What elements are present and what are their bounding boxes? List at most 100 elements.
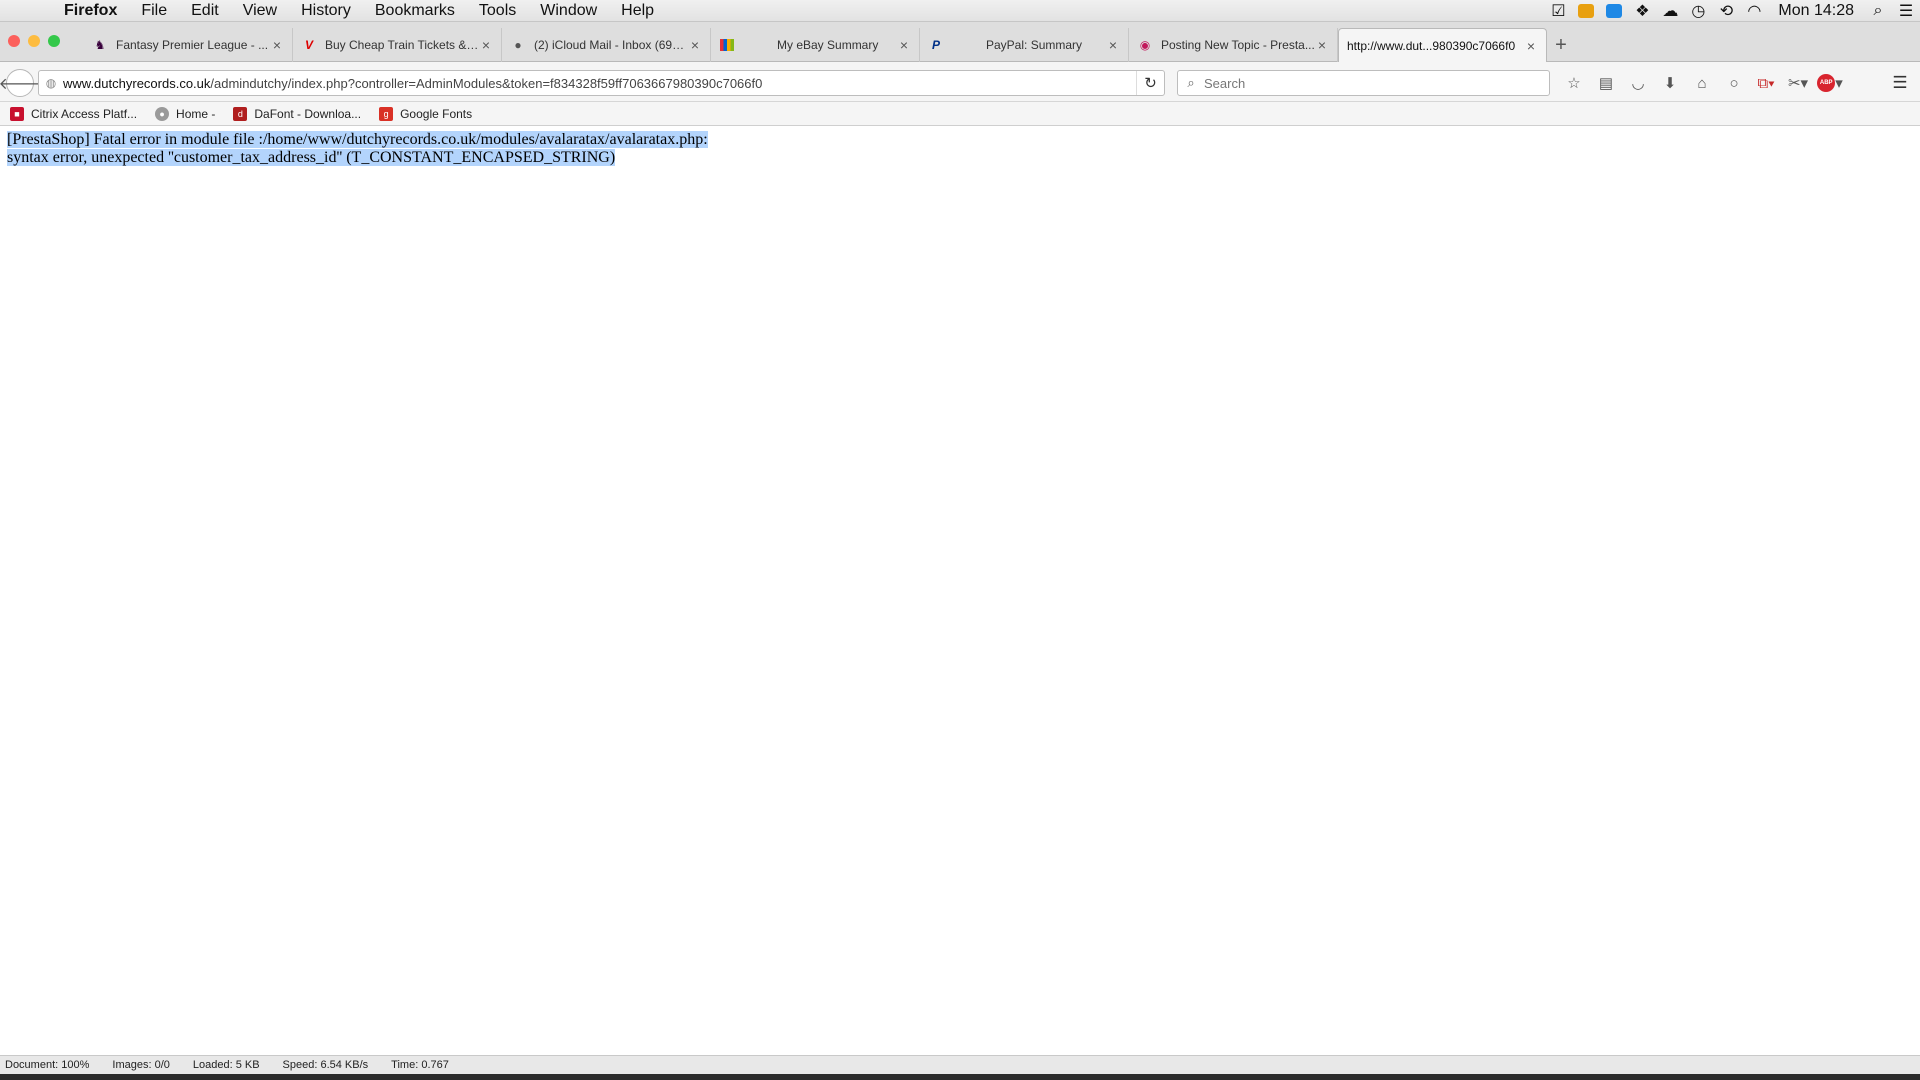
bookmark-star-icon[interactable]: ☆ <box>1558 70 1590 96</box>
status-loaded: Loaded: 5 KB <box>192 1059 260 1071</box>
minimize-window-button[interactable] <box>28 35 40 47</box>
dropbox-icon[interactable]: ❖ <box>1628 0 1656 22</box>
tab-close-icon[interactable]: × <box>1524 38 1538 54</box>
tab-strip: ♞ Fantasy Premier League - ... × V Buy C… <box>0 22 1920 62</box>
search-placeholder: Search <box>1204 75 1246 91</box>
status-document: Document: 100% <box>5 1059 90 1071</box>
status-menu-area: ☑ ❖ ☁ ◷ ⟲ ◠ Mon 14:28 ⌕ ☰ <box>1544 0 1920 22</box>
reload-icon[interactable]: ↻ <box>1136 71 1164 95</box>
error-line-1: [PrestaShop] Fatal error in module file … <box>7 131 708 148</box>
menu-hamburger-icon[interactable]: ☰ <box>1888 70 1912 96</box>
pocket-icon[interactable]: ◡ <box>1622 70 1654 96</box>
page-content: [PrestaShop] Fatal error in module file … <box>0 127 1920 1055</box>
menu-app-firefox[interactable]: Firefox <box>52 0 129 22</box>
tab-close-icon[interactable]: × <box>479 37 493 53</box>
tab-title: PayPal: Summary <box>986 38 1083 52</box>
google-fonts-icon: g <box>379 106 394 121</box>
url-path: /admindutchy/index.php?controller=AdminM… <box>210 75 763 91</box>
tab-ebay-summary[interactable]: My eBay Summary × <box>711 28 920 62</box>
bookmark-citrix[interactable]: ■ Citrix Access Platf... <box>10 106 138 121</box>
close-window-button[interactable] <box>8 35 20 47</box>
ebay-icon <box>719 37 735 53</box>
spotlight-icon[interactable]: ⌕ <box>1864 0 1892 22</box>
search-icon: ⌕ <box>1187 75 1195 90</box>
menu-tools[interactable]: Tools <box>467 0 528 22</box>
tab-icloud-mail[interactable]: ● (2) iCloud Mail - Inbox (695... × <box>502 28 711 62</box>
globe-icon: ● <box>155 106 170 121</box>
history-icon[interactable]: ⟲ <box>1712 0 1740 22</box>
menu-view[interactable]: View <box>231 0 289 22</box>
tab-title: (2) iCloud Mail - Inbox (695... <box>534 38 688 52</box>
menu-bookmarks[interactable]: Bookmarks <box>363 0 467 22</box>
extension-dropdown-icon[interactable]: ✂▾ <box>1782 70 1814 96</box>
new-tab-button[interactable]: + <box>1547 28 1575 62</box>
status-time: Time: 0.767 <box>391 1059 449 1071</box>
tab-train-tickets[interactable]: V Buy Cheap Train Tickets & ... × <box>293 28 502 62</box>
tab-close-icon[interactable]: × <box>1106 37 1120 53</box>
menu-edit[interactable]: Edit <box>179 0 231 22</box>
site-identity-icon[interactable]: ◍ <box>39 76 63 90</box>
tab-title: Buy Cheap Train Tickets & ... <box>325 38 479 52</box>
apple-icon: ● <box>514 38 522 52</box>
back-button[interactable]: 🡐 <box>0 69 41 97</box>
bookmark-home[interactable]: ● Home - <box>155 106 216 121</box>
navigation-toolbar: 🡐 ◍ www.dutchyrecords.co.uk/admindutchy/… <box>0 62 1920 102</box>
tab-close-icon[interactable]: × <box>1315 37 1329 53</box>
fpl-icon: ♞ <box>94 38 106 52</box>
dafont-icon: d <box>233 106 248 121</box>
address-bar[interactable]: ◍ www.dutchyrecords.co.uk/admindutchy/in… <box>38 70 1165 96</box>
menu-clock[interactable]: Mon 14:28 <box>1768 2 1864 20</box>
downloads-icon[interactable]: ⬇ <box>1654 70 1686 96</box>
zoom-window-button[interactable] <box>48 35 60 47</box>
url-text[interactable]: www.dutchyrecords.co.uk/admindutchy/inde… <box>63 76 1136 91</box>
fatal-error-message: [PrestaShop] Fatal error in module file … <box>7 131 708 167</box>
menu-window[interactable]: Window <box>528 0 609 22</box>
search-input[interactable]: ⌕ Search <box>1177 70 1550 96</box>
bookmark-label: Citrix Access Platf... <box>31 106 138 121</box>
url-host: www.dutchyrecords.co.uk <box>63 75 211 91</box>
adblock-plus-icon[interactable]: ABP ▾ <box>1814 70 1846 96</box>
addon-dropdown-icon[interactable]: ⧉▾ <box>1750 70 1782 96</box>
wifi-icon[interactable]: ◠ <box>1740 0 1768 22</box>
status-images: Images: 0/0 <box>112 1059 170 1071</box>
tab-title: Posting New Topic - Presta... <box>1161 38 1315 52</box>
tab-title: My eBay Summary <box>777 38 879 52</box>
status-speed: Speed: 6.54 KB/s <box>282 1059 369 1071</box>
bookmark-dafont[interactable]: d DaFont - Downloa... <box>233 106 362 121</box>
app-status-icon[interactable] <box>1572 0 1600 22</box>
citrix-icon: ■ <box>10 106 24 121</box>
tab-close-icon[interactable]: × <box>688 37 702 53</box>
prestashop-icon: ◉ <box>1139 38 1151 52</box>
tab-close-icon[interactable]: × <box>897 37 911 53</box>
tab-fantasy-premier-league[interactable]: ♞ Fantasy Premier League - ... × <box>84 28 293 62</box>
menu-history[interactable]: History <box>289 0 363 22</box>
checkbox-status-icon[interactable]: ☑ <box>1544 0 1572 22</box>
error-line-2: syntax error, unexpected ''customer_tax_… <box>7 149 616 166</box>
menu-file[interactable]: File <box>129 0 179 22</box>
tab-close-icon[interactable]: × <box>270 37 284 53</box>
timemachine-icon[interactable]: ◷ <box>1684 0 1712 22</box>
macos-menu-bar: Firefox File Edit View History Bookmarks… <box>0 0 1920 22</box>
tab-active-error-page[interactable]: http://www.dut...980390c7066f0 × <box>1338 28 1547 62</box>
bookmark-label: DaFont - Downloa... <box>254 106 362 121</box>
cloud-sync-icon[interactable]: ☁ <box>1656 0 1684 22</box>
paypal-icon: P <box>931 38 940 52</box>
skype-status-icon[interactable] <box>1600 0 1628 22</box>
virgin-icon: V <box>304 38 313 52</box>
reading-list-icon[interactable]: ▤ <box>1590 70 1622 96</box>
tab-title: http://www.dut...980390c7066f0 <box>1347 38 1516 53</box>
chat-icon[interactable]: ○ <box>1718 70 1750 96</box>
tab-prestashop-forum[interactable]: ◉ Posting New Topic - Presta... × <box>1129 28 1338 62</box>
bookmark-label: Home - <box>176 106 216 121</box>
bookmarks-toolbar: ■ Citrix Access Platf... ● Home - d DaFo… <box>0 102 1920 126</box>
tab-title: Fantasy Premier League - ... <box>116 38 269 52</box>
menu-help[interactable]: Help <box>609 0 666 22</box>
toolbar-buttons: ☆ ▤ ◡ ⬇ ⌂ ○ ⧉▾ ✂▾ ABP ▾ <box>1558 70 1846 96</box>
window-controls <box>8 35 60 47</box>
notification-center-icon[interactable]: ☰ <box>1892 0 1920 22</box>
window-bottom-edge <box>0 1074 1920 1080</box>
bookmark-label: Google Fonts <box>400 106 473 121</box>
bookmark-google-fonts[interactable]: g Google Fonts <box>379 106 473 121</box>
home-icon[interactable]: ⌂ <box>1686 70 1718 96</box>
tab-paypal-summary[interactable]: P PayPal: Summary × <box>920 28 1129 62</box>
